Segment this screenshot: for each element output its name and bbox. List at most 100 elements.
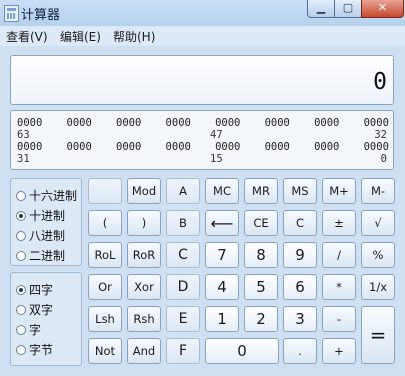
hex-a-key[interactable]: A bbox=[166, 178, 200, 204]
divide-key[interactable]: / bbox=[322, 242, 356, 268]
m-minus-key[interactable]: M- bbox=[361, 178, 395, 204]
m-plus-key[interactable]: M+ bbox=[322, 178, 356, 204]
radio-circle[interactable] bbox=[16, 344, 26, 355]
digit-5-key[interactable]: 5 bbox=[244, 274, 278, 300]
backspace-key[interactable]: ⟵ bbox=[205, 210, 239, 236]
base-mode-group: 十六进制 十进制 八进制 二进制 bbox=[10, 178, 82, 266]
close-button[interactable]: ✕ bbox=[361, 0, 404, 18]
hex-c-key[interactable]: C bbox=[166, 242, 200, 268]
bit-group: 0000 bbox=[314, 117, 340, 129]
bit-row-upper: 0000 0000 0000 0000 0000 0000 0000 0000 bbox=[17, 117, 389, 129]
bit-position-label: 47 bbox=[210, 129, 223, 141]
bit-group: 0000 bbox=[165, 117, 191, 129]
or-key[interactable]: Or bbox=[88, 274, 122, 300]
add-key[interactable]: + bbox=[322, 338, 356, 364]
bit-group: 0000 bbox=[215, 141, 241, 153]
minimize-button[interactable]: ▁ bbox=[307, 0, 335, 18]
not-key[interactable]: Not bbox=[88, 338, 122, 364]
radio-word[interactable]: 字 bbox=[16, 321, 41, 338]
radio-dec[interactable]: 十进制 bbox=[16, 207, 65, 224]
xor-key[interactable]: Xor bbox=[127, 274, 161, 300]
subtract-key[interactable]: - bbox=[322, 306, 356, 332]
ms-key[interactable]: MS bbox=[283, 178, 317, 204]
bit-group: 0000 bbox=[17, 141, 43, 153]
radio-circle[interactable] bbox=[16, 324, 26, 335]
equals-key[interactable]: = bbox=[361, 306, 395, 364]
bit-group: 0000 bbox=[314, 141, 340, 153]
hex-e-key[interactable]: E bbox=[166, 306, 200, 332]
hex-b-key[interactable]: B bbox=[166, 210, 200, 236]
radio-label: 字 bbox=[29, 323, 42, 337]
radio-label: 十六进制 bbox=[29, 189, 78, 203]
radio-label: 八进制 bbox=[29, 229, 66, 243]
plus-minus-key[interactable]: ± bbox=[322, 210, 356, 236]
menu-edit[interactable]: 编辑(E) bbox=[60, 28, 101, 45]
digit-3-key[interactable]: 3 bbox=[283, 306, 317, 332]
bit-group: 0000 bbox=[363, 141, 389, 153]
radio-circle-selected[interactable] bbox=[16, 210, 26, 221]
mr-key[interactable]: MR bbox=[244, 178, 278, 204]
radio-label: 二进制 bbox=[29, 249, 66, 263]
mc-key[interactable]: MC bbox=[205, 178, 239, 204]
menu-view[interactable]: 查看(V) bbox=[6, 28, 48, 45]
radio-label: 双字 bbox=[29, 303, 54, 317]
radio-bin[interactable]: 二进制 bbox=[16, 247, 65, 264]
decimal-point-key[interactable]: . bbox=[283, 338, 317, 364]
bit-position-label: 32 bbox=[374, 129, 387, 141]
radio-label: 十进制 bbox=[29, 209, 66, 223]
radio-qword[interactable]: 四字 bbox=[16, 281, 53, 298]
title-bar: 计算器 ▁ ▢ ✕ bbox=[0, 0, 405, 27]
calculator-icon bbox=[4, 5, 19, 22]
radio-oct[interactable]: 八进制 bbox=[16, 227, 65, 244]
word-size-group: 四字 双字 字 字节 bbox=[10, 272, 82, 366]
left-paren-key[interactable]: ( bbox=[88, 210, 122, 236]
digit-4-key[interactable]: 4 bbox=[205, 274, 239, 300]
digit-6-key[interactable]: 6 bbox=[283, 274, 317, 300]
rotate-right-key[interactable]: RoR bbox=[127, 242, 161, 268]
rotate-left-key[interactable]: RoL bbox=[88, 242, 122, 268]
bit-position-label: 15 bbox=[210, 153, 223, 165]
clear-entry-key[interactable]: CE bbox=[244, 210, 278, 236]
menu-help[interactable]: 帮助(H) bbox=[113, 28, 155, 45]
window-title: 计算器 bbox=[21, 8, 61, 23]
radio-label: 四字 bbox=[29, 283, 54, 297]
square-root-key[interactable]: √ bbox=[361, 210, 395, 236]
hex-d-key[interactable]: D bbox=[166, 274, 200, 300]
digit-7-key[interactable]: 7 bbox=[205, 242, 239, 268]
digit-9-key[interactable]: 9 bbox=[283, 242, 317, 268]
maximize-button[interactable]: ▢ bbox=[334, 0, 362, 18]
radio-circle[interactable] bbox=[16, 304, 26, 315]
bit-group: 0000 bbox=[165, 141, 191, 153]
radio-dword[interactable]: 双字 bbox=[16, 301, 53, 318]
digit-8-key[interactable]: 8 bbox=[244, 242, 278, 268]
bit-group: 0000 bbox=[66, 117, 92, 129]
display-value: 0 bbox=[373, 69, 387, 95]
left-shift-key[interactable]: Lsh bbox=[88, 306, 122, 332]
mod-key[interactable]: Mod bbox=[127, 178, 161, 204]
bit-group: 0000 bbox=[116, 117, 142, 129]
radio-circle[interactable] bbox=[16, 190, 26, 201]
bit-group: 0000 bbox=[264, 141, 290, 153]
digit-0-key[interactable]: 0 bbox=[205, 338, 279, 364]
hex-f-key[interactable]: F bbox=[166, 338, 200, 364]
bit-group: 0000 bbox=[66, 141, 92, 153]
bit-position-label: 31 bbox=[17, 153, 30, 165]
percent-key[interactable]: % bbox=[361, 242, 395, 268]
and-key[interactable]: And bbox=[127, 338, 161, 364]
clear-key[interactable]: C bbox=[283, 210, 317, 236]
right-paren-key[interactable]: ) bbox=[127, 210, 161, 236]
radio-circle[interactable] bbox=[16, 250, 26, 261]
radio-hex[interactable]: 十六进制 bbox=[16, 187, 77, 204]
bit-group: 0000 bbox=[17, 117, 43, 129]
bit-group: 0000 bbox=[116, 141, 142, 153]
radio-circle-selected[interactable] bbox=[16, 284, 26, 295]
right-shift-key[interactable]: Rsh bbox=[127, 306, 161, 332]
multiply-key[interactable]: * bbox=[322, 274, 356, 300]
display-panel: 0 bbox=[10, 55, 394, 105]
digit-1-key[interactable]: 1 bbox=[205, 306, 239, 332]
blank-key bbox=[88, 178, 122, 204]
radio-circle[interactable] bbox=[16, 230, 26, 241]
reciprocal-key[interactable]: 1/x bbox=[361, 274, 395, 300]
radio-byte[interactable]: 字节 bbox=[16, 341, 53, 358]
digit-2-key[interactable]: 2 bbox=[244, 306, 278, 332]
